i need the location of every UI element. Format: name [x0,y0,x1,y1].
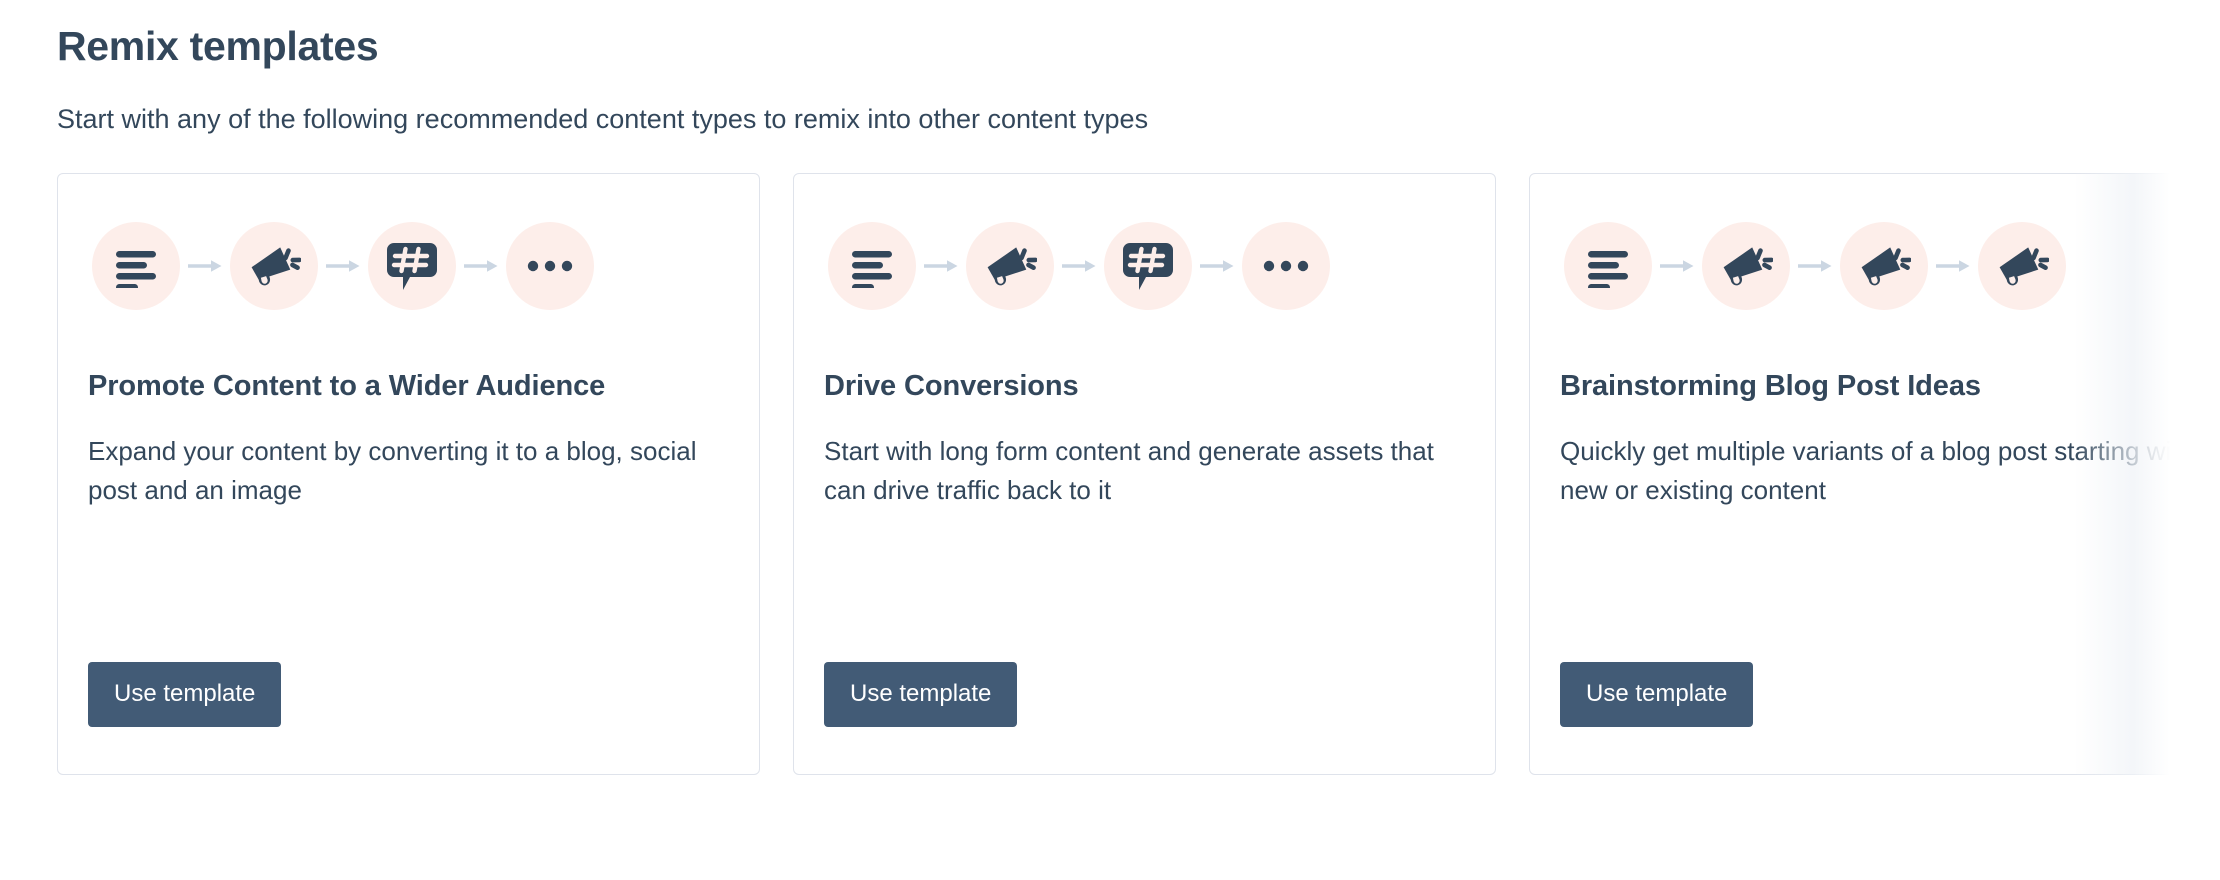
template-card-description: Start with long form content and generat… [824,436,1434,505]
template-card-description: Quickly get multiple variants of a blog … [1560,436,2193,505]
card-spacer [1560,509,2201,662]
template-card-3[interactable]: Brainstorming Blog Post Ideas Quickly ge… [1529,173,2220,776]
page-header: Remix templates Start with any of the fo… [0,0,2220,137]
template-card-1[interactable]: Promote Content to a Wider Audience Expa… [57,173,760,776]
card-spacer [824,509,1465,662]
flow-arrow-icon [1192,259,1242,273]
remix-templates-page: Remix templates Start with any of the fo… [0,0,2220,880]
flow-arrow-icon [180,259,230,273]
megaphone-icon [230,222,318,311]
page-subtitle: Start with any of the following recommen… [57,104,1149,135]
flow-arrow-icon [1790,259,1840,273]
template-card-rail[interactable]: Promote Content to a Wider Audience Expa… [0,173,2220,776]
flow-arrow-icon [456,259,506,273]
template-card-title: Brainstorming Blog Post Ideas [1560,370,1981,403]
flow-arrow-icon [1928,259,1978,273]
content-type-flow [88,214,729,318]
template-card-title: Promote Content to a Wider Audience [88,370,606,403]
megaphone-icon [1840,222,1928,311]
template-card-2[interactable]: Drive Conversions Start with long form c… [793,173,1496,776]
text-lines-icon [828,222,916,311]
ellipsis-icon [1242,222,1330,311]
hashtag-speech-bubble-icon [1104,222,1192,311]
page-title: Remix templates [57,23,379,69]
use-template-button-3[interactable]: Use template [1560,662,1754,728]
content-type-flow [824,214,1465,318]
flow-arrow-icon [1652,259,1702,273]
megaphone-icon [1978,222,2066,311]
flow-arrow-icon [1054,259,1104,273]
flow-arrow-icon [318,259,368,273]
megaphone-icon [966,222,1054,311]
content-type-flow [1560,214,2201,318]
use-template-button-2[interactable]: Use template [824,662,1018,728]
flow-arrow-icon [916,259,966,273]
text-lines-icon [92,222,180,311]
template-card-description: Expand your content by converting it to … [88,436,697,505]
card-spacer [88,509,729,662]
template-card-rail-wrapper: Promote Content to a Wider Audience Expa… [0,173,2220,783]
text-lines-icon [1564,222,1652,311]
template-card-title: Drive Conversions [824,370,1079,403]
hashtag-speech-bubble-icon [368,222,456,311]
use-template-button-1[interactable]: Use template [88,662,282,728]
ellipsis-icon [506,222,594,311]
megaphone-icon [1702,222,1790,311]
